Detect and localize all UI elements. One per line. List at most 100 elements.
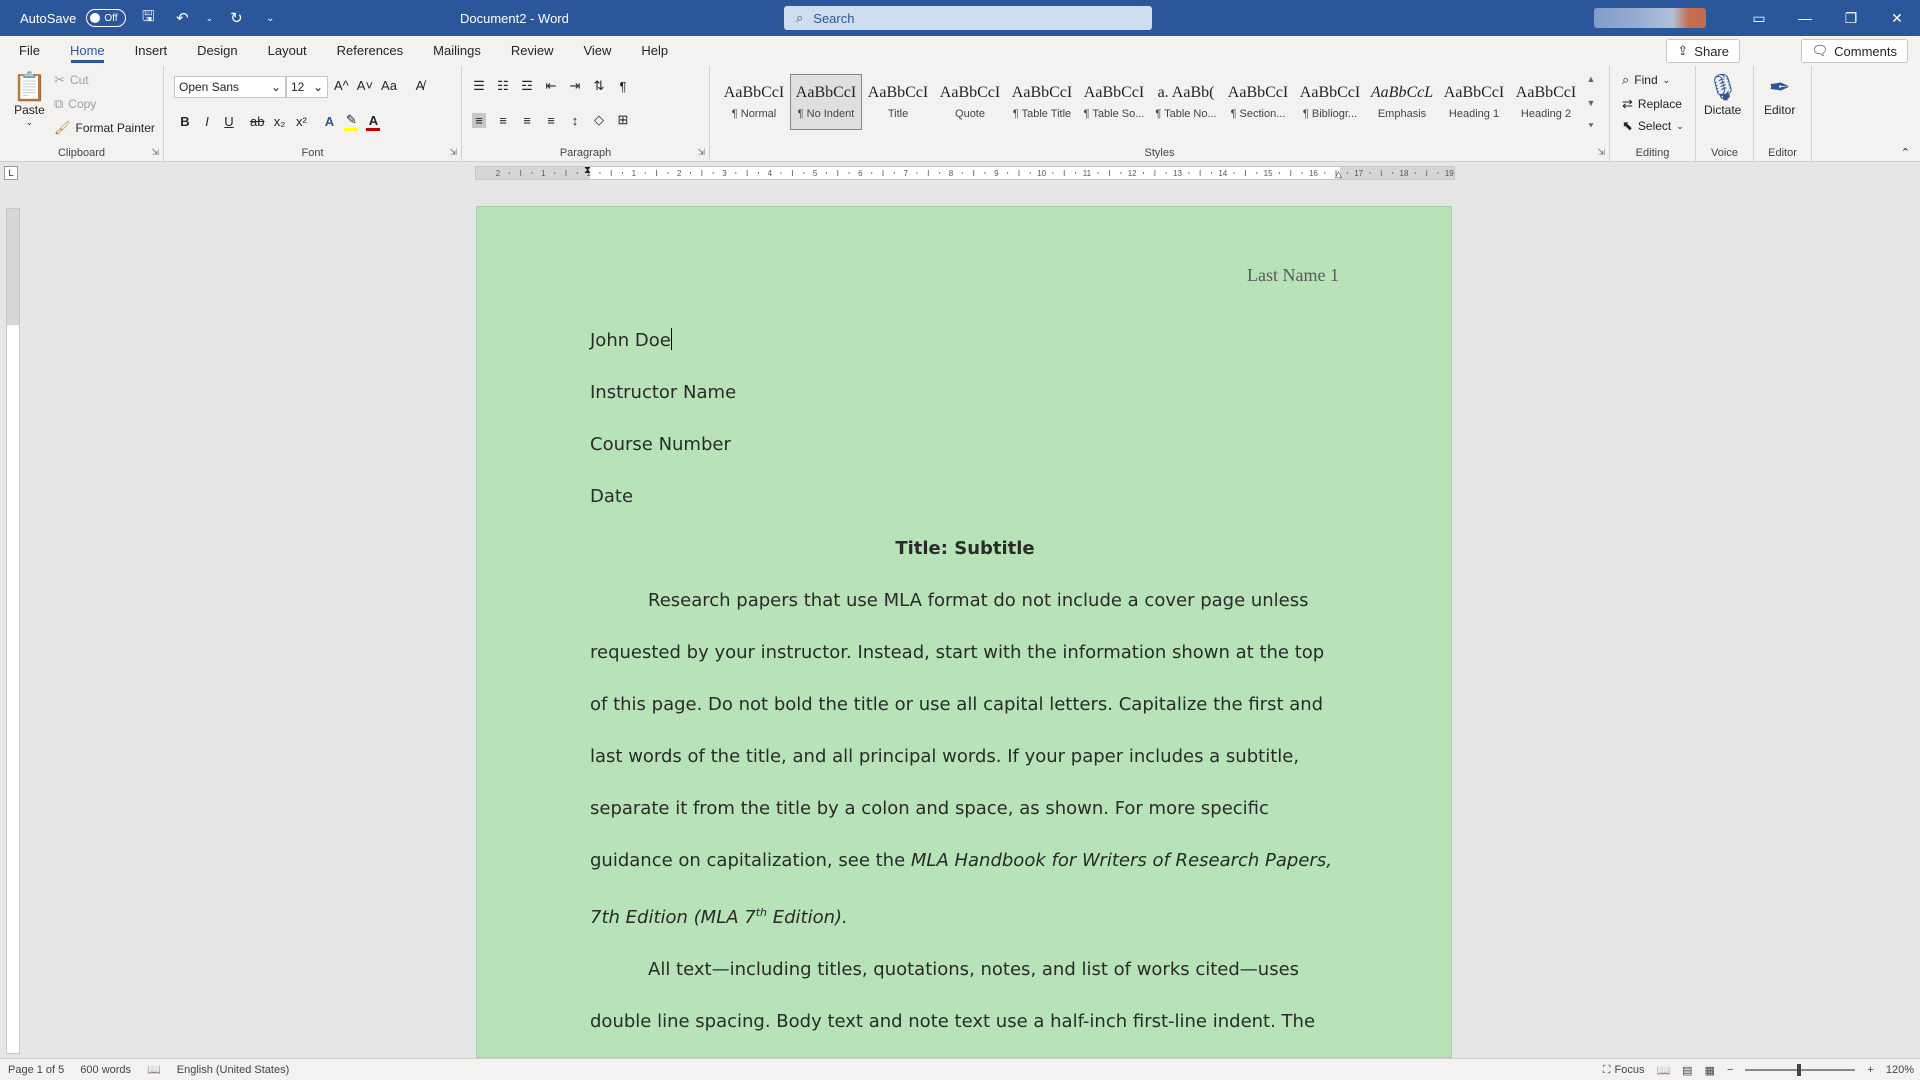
copy-button[interactable]: ⧉ Copy	[54, 96, 96, 112]
font-name-select[interactable]: Open Sans ⌄	[174, 76, 286, 98]
instructor-line[interactable]: Instructor Name	[590, 367, 1340, 419]
style-table-source[interactable]: AaBbCcI ¶ Table So...	[1078, 74, 1150, 130]
body-paragraph-1[interactable]: Research papers that use MLA format do n…	[590, 575, 1340, 944]
paste-button[interactable]: 📋 Paste ⌄	[12, 70, 47, 128]
zoom-in-icon[interactable]: +	[1867, 1064, 1873, 1076]
numbering-icon[interactable]: ☷	[496, 78, 510, 94]
undo-icon[interactable]: ↶	[170, 6, 194, 30]
save-icon[interactable]: 🖫	[136, 6, 160, 30]
style-table-title[interactable]: AaBbCcI ¶ Table Title	[1006, 74, 1078, 130]
language-indicator[interactable]: English (United States)	[169, 1064, 298, 1076]
vertical-ruler[interactable]	[6, 208, 20, 1054]
course-line[interactable]: Course Number	[590, 419, 1340, 471]
style-heading-1[interactable]: AaBbCcI Heading 1	[1438, 74, 1510, 130]
tab-selector[interactable]: L	[4, 166, 18, 180]
underline-button[interactable]: U	[222, 114, 236, 129]
replace-button[interactable]: ⇄ Replace	[1622, 96, 1682, 112]
bullets-icon[interactable]: ☰	[472, 78, 486, 94]
indent-marker-icon[interactable]: ⧗	[584, 165, 591, 176]
body-paragraph-2[interactable]: All text—including titles, quotations, n…	[590, 944, 1340, 1057]
tab-view[interactable]: View	[568, 36, 626, 66]
page-count[interactable]: Page 1 of 5	[0, 1064, 72, 1076]
author-line[interactable]: John Doe	[590, 315, 1340, 367]
zoom-level[interactable]: 120%	[1886, 1064, 1914, 1076]
format-painter-button[interactable]: 🖌 Format Painter	[54, 120, 155, 136]
style-section[interactable]: AaBbCcI ¶ Section...	[1222, 74, 1294, 130]
increase-indent-icon[interactable]: ⇥	[568, 78, 582, 94]
strikethrough-button[interactable]: ab	[250, 114, 264, 129]
styles-launcher-icon[interactable]: ⇲	[1597, 147, 1605, 158]
page-header[interactable]: Last Name 1	[1247, 265, 1339, 286]
editor-button[interactable]: ✒ Editor	[1764, 72, 1795, 117]
grow-font-icon[interactable]: A^	[334, 78, 349, 93]
select-button[interactable]: ⬉ Select ⌄	[1622, 118, 1684, 134]
style-bibliography[interactable]: AaBbCcI ¶ Bibliogr...	[1294, 74, 1366, 130]
zoom-out-icon[interactable]: −	[1727, 1064, 1733, 1076]
shading-icon[interactable]: ◇	[592, 112, 606, 128]
style-title[interactable]: AaBbCcI Title	[862, 74, 934, 130]
dictate-button[interactable]: 🎙 Dictate	[1704, 72, 1741, 117]
font-launcher-icon[interactable]: ⇲	[449, 147, 457, 158]
align-right-icon[interactable]: ≡	[520, 113, 534, 128]
paragraph-launcher-icon[interactable]: ⇲	[697, 147, 705, 158]
superscript-button[interactable]: x²	[294, 114, 308, 129]
style-no-indent[interactable]: AaBbCcI ¶ No Indent	[790, 74, 862, 130]
bold-button[interactable]: B	[178, 114, 192, 129]
cut-button[interactable]: ✂ Cut	[54, 72, 89, 88]
right-indent-marker-icon[interactable]: △	[1335, 169, 1342, 180]
borders-icon[interactable]: ⊞	[616, 112, 630, 128]
account-avatar[interactable]	[1594, 8, 1706, 28]
paper-title[interactable]: Title: Subtitle	[590, 523, 1340, 575]
zoom-slider[interactable]	[1745, 1064, 1856, 1076]
align-left-icon[interactable]: ≡	[472, 112, 486, 128]
undo-dropdown-icon[interactable]: ⌄	[204, 6, 214, 30]
focus-button[interactable]: ⛶ Focus	[1603, 1064, 1645, 1077]
tab-review[interactable]: Review	[496, 36, 569, 66]
tab-design[interactable]: Design	[182, 36, 252, 66]
print-layout-icon[interactable]: ▤	[1682, 1064, 1692, 1077]
font-color-button[interactable]: A	[366, 113, 381, 131]
collapse-ribbon-icon[interactable]: ⌃	[1901, 146, 1910, 159]
word-count[interactable]: 600 words	[72, 1064, 139, 1076]
highlight-icon[interactable]: ✎	[344, 112, 359, 131]
customize-qat-icon[interactable]: ⌄	[258, 6, 282, 30]
style-emphasis[interactable]: AaBbCcL Emphasis	[1366, 74, 1438, 130]
decrease-indent-icon[interactable]: ⇤	[544, 78, 558, 94]
document-page[interactable]: Last Name 1 John Doe Instructor Name Cou…	[476, 206, 1452, 1058]
redo-icon[interactable]: ↻	[224, 6, 248, 30]
restore-icon[interactable]: ❐	[1828, 0, 1874, 36]
clipboard-launcher-icon[interactable]: ⇲	[151, 147, 159, 158]
show-formatting-icon[interactable]: ¶	[616, 79, 630, 94]
subscript-button[interactable]: x₂	[272, 114, 286, 129]
proofing-icon[interactable]: 📖	[139, 1063, 169, 1076]
style-normal[interactable]: AaBbCcI ¶ Normal	[718, 74, 790, 130]
italic-button[interactable]: I	[200, 114, 214, 129]
close-icon[interactable]: ✕	[1874, 0, 1920, 36]
more-styles-icon[interactable]: ⯆	[1587, 121, 1594, 132]
search-box[interactable]: ⌕ Search	[784, 6, 1152, 30]
scroll-down-icon[interactable]: ▼	[1587, 98, 1596, 108]
horizontal-ruler[interactable]: 2 1 1 1 2 3 4 5 6 7 8 9 10 11 12 13 14 15 16 17 18 19 ⧗ △	[475, 165, 1455, 180]
line-spacing-icon[interactable]: ↕	[568, 113, 582, 128]
tab-layout[interactable]: Layout	[253, 36, 322, 66]
tab-mailings[interactable]: Mailings	[418, 36, 496, 66]
comments-button[interactable]: 🗨 Comments	[1800, 39, 1908, 63]
ribbon-display-options-icon[interactable]: ▭	[1736, 0, 1782, 36]
styles-scroll[interactable]: ▲ ▼ ⯆	[1584, 74, 1598, 132]
style-quote[interactable]: AaBbCcI Quote	[934, 74, 1006, 130]
font-size-select[interactable]: 12 ⌄	[286, 76, 328, 98]
read-mode-icon[interactable]: 📖	[1656, 1064, 1670, 1077]
tab-home[interactable]: Home	[55, 36, 120, 66]
find-button[interactable]: ⌕ Find ⌄	[1622, 72, 1670, 88]
tab-help[interactable]: Help	[626, 36, 683, 66]
sort-icon[interactable]: ⇅	[592, 78, 606, 94]
shrink-font-icon[interactable]: A˅	[357, 78, 373, 93]
multilevel-list-icon[interactable]: ☲	[520, 78, 534, 94]
document-body[interactable]: John Doe Instructor Name Course Number D…	[590, 315, 1340, 1057]
web-layout-icon[interactable]: ▦	[1705, 1064, 1715, 1077]
tab-insert[interactable]: Insert	[120, 36, 183, 66]
share-button[interactable]: ⇪ Share	[1666, 39, 1740, 63]
tab-references[interactable]: References	[322, 36, 418, 66]
autosave-toggle[interactable]: Off	[86, 9, 127, 27]
minimize-icon[interactable]: —	[1782, 0, 1828, 36]
